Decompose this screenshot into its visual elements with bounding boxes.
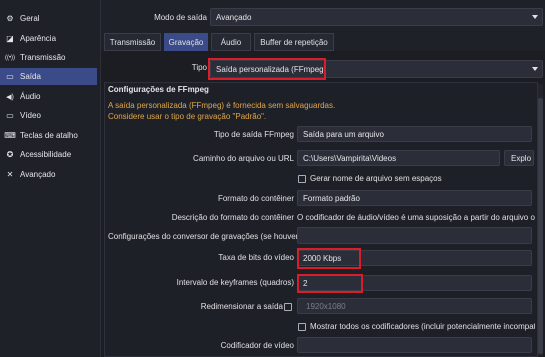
container-format-select[interactable]: Formato padrão [297, 190, 532, 206]
tab-gravacao[interactable]: Gravação [164, 33, 208, 51]
tab-label: Gravação [168, 37, 204, 47]
output-mode-label: Modo de saída [154, 13, 207, 22]
ffmpeg-output-type-value: Saída para um arquivo [303, 129, 384, 139]
sidebar-item-teclas[interactable]: ⌨ Teclas de atalho [0, 127, 97, 144]
sidebar-item-audio[interactable]: ◀) Áudio [0, 88, 97, 105]
sidebar-item-avancado[interactable]: ✕ Avançado [0, 166, 97, 183]
sidebar-item-label: Áudio [20, 92, 41, 101]
tools-icon: ✕ [6, 170, 14, 179]
sidebar-item-label: Vídeo [20, 111, 41, 120]
warning-line-2: Considere usar o tipo de gravação "Padrã… [108, 112, 267, 121]
sidebar-item-transmissao[interactable]: ((•)) Transmissão [0, 49, 97, 66]
tab-transmissao[interactable]: Transmissão [104, 33, 161, 51]
chevron-down-icon [532, 67, 538, 71]
tab-buffer[interactable]: Buffer de repetição [254, 33, 334, 51]
rescale-output-select[interactable]: 1920x1080 [297, 298, 532, 314]
video-bitrate-highlight [297, 248, 361, 269]
type-label: Tipo [191, 63, 207, 72]
sidebar-item-label: Aparência [20, 34, 57, 43]
browse-button-label: Explo [511, 153, 532, 163]
rescale-output-value: 1920x1080 [306, 301, 346, 311]
sidebar-item-acessibilidade[interactable]: ✪ Acessibilidade [0, 146, 97, 163]
sidebar-item-saida[interactable]: ▭ Saída [0, 68, 97, 85]
muxer-settings-input[interactable] [297, 227, 532, 244]
tab-label: Áudio [220, 37, 242, 47]
rescale-output-checkbox[interactable] [284, 303, 292, 311]
sidebar-item-aparencia[interactable]: ◪ Aparência [0, 30, 97, 47]
no-space-filename-label: Gerar nome de arquivo sem espaços [310, 174, 442, 183]
container-format-label: Formato do contêiner [217, 194, 294, 203]
tab-label: Transmissão [109, 37, 156, 47]
muxer-settings-label: Configurações do conversor de gravações … [108, 232, 301, 241]
ffmpeg-output-type-label: Tipo de saída FFmpeg [213, 130, 294, 139]
show-all-codecs-label: Mostrar todos os codificadores (incluir … [310, 322, 535, 331]
chevron-down-icon [532, 15, 538, 19]
speaker-icon: ◀) [6, 93, 14, 101]
scrollbar[interactable] [538, 84, 543, 356]
sidebar-item-label: Avançado [20, 170, 56, 179]
warning-line-1: A saída personalizada (FFmpeg) é forneci… [108, 101, 336, 110]
no-space-filename-checkbox[interactable] [298, 175, 306, 183]
sidebar-item-geral[interactable]: ⚙ Geral [0, 10, 97, 27]
sidebar-item-label: Acessibilidade [20, 150, 72, 159]
browse-button[interactable]: Explo [504, 150, 534, 166]
keyboard-icon: ⌨ [4, 131, 16, 140]
file-path-value: C:\Users\Vampirita\Videos [303, 153, 397, 163]
video-encoder-select[interactable] [297, 337, 532, 353]
settings-sidebar: ⚙ Geral ◪ Aparência ((•)) Transmissão ▭ … [0, 0, 100, 357]
output-mode-select[interactable]: Avançado [210, 8, 543, 26]
scrollbar-thumb[interactable] [538, 98, 543, 354]
tab-audio[interactable]: Áudio [211, 33, 251, 51]
video-icon: ▭ [6, 111, 14, 120]
keyframe-interval-highlight [297, 274, 363, 293]
sidebar-item-video[interactable]: ▭ Vídeo [0, 107, 97, 124]
file-path-label: Caminho do arquivo ou URL [193, 154, 294, 163]
sidebar-item-label: Geral [20, 14, 40, 23]
sidebar-item-label: Teclas de atalho [20, 131, 78, 140]
sidebar-item-label: Saída [20, 72, 41, 81]
ffmpeg-output-type-select[interactable]: Saída para um arquivo [297, 126, 532, 142]
accessibility-icon: ✪ [6, 150, 14, 159]
output-mode-value: Avançado [216, 12, 252, 22]
keyframe-interval-label: Intervalo de keyframes (quadros) [176, 278, 294, 287]
show-all-codecs-checkbox[interactable] [298, 323, 306, 331]
output-icon: ▭ [6, 72, 14, 81]
file-path-input[interactable]: C:\Users\Vampirita\Videos [297, 150, 500, 166]
section-title: Configurações de FFmpeg [108, 85, 209, 94]
sidebar-item-label: Transmissão [20, 53, 66, 62]
tab-label: Buffer de repetição [260, 37, 328, 47]
container-format-value: Formato padrão [303, 193, 360, 203]
appearance-icon: ◪ [6, 34, 14, 43]
type-highlight [208, 58, 326, 80]
video-encoder-label: Codificador de vídeo [220, 341, 294, 350]
video-bitrate-label: Taxa de bits do vídeo [218, 253, 294, 262]
gear-icon: ⚙ [6, 14, 14, 23]
rescale-output-label: Redimensionar a saída [200, 302, 283, 311]
container-desc-value: O codificador de áudio/vídeo é uma supos… [297, 213, 535, 222]
broadcast-icon: ((•)) [4, 54, 16, 61]
container-desc-label: Descrição do formato do contêiner [171, 213, 294, 222]
